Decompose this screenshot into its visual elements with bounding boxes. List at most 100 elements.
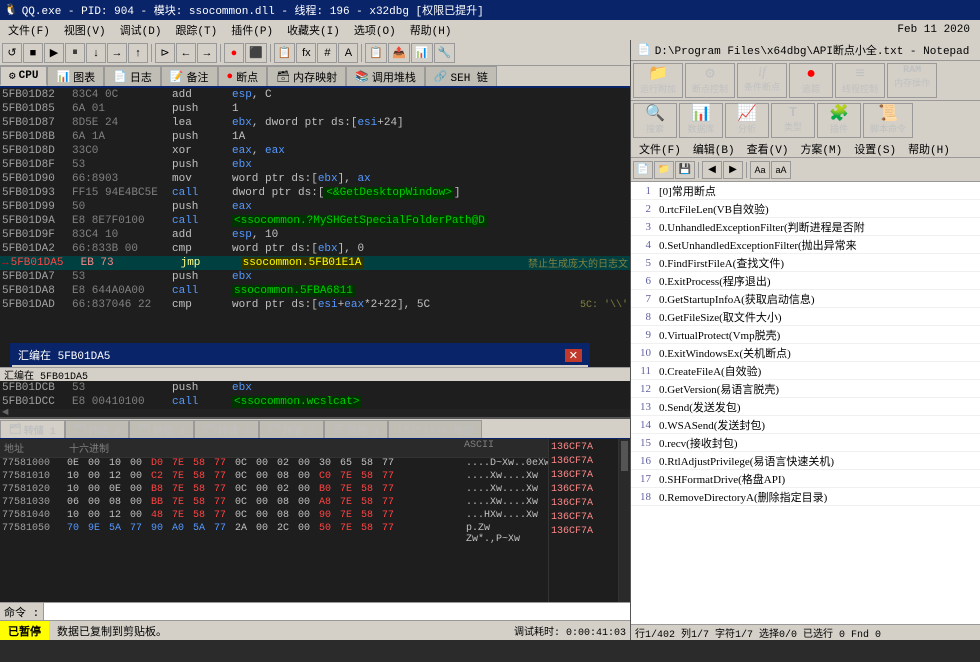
menu-options[interactable]: 选项(O) xyxy=(348,21,402,39)
toolbar-stop[interactable]: ■ xyxy=(23,43,43,63)
toolbar-step-out[interactable]: ↑ xyxy=(128,43,148,63)
notepad-menu-file[interactable]: 文件(F) xyxy=(633,141,687,157)
dump-tab-watch[interactable]: 👁 监视 1 xyxy=(324,420,389,438)
dump-tab-1[interactable]: 🗂 转储 1 xyxy=(0,420,65,438)
toolbar-hash[interactable]: # xyxy=(317,43,337,63)
notepad-content[interactable]: 1 [0]常用断点 2 0.rtcFileLen(VB自效验) 3 0.Unha… xyxy=(631,182,980,624)
notepad-tb-aa[interactable]: Aa xyxy=(750,161,770,179)
disasm-row[interactable]: 5FB01D90 66:8903 mov word ptr ds:[ebx], … xyxy=(0,172,630,186)
toolbar-step-over[interactable]: → xyxy=(107,43,127,63)
toolbar-extra1[interactable]: 📋 xyxy=(365,43,387,63)
dump-row[interactable]: 77581010 10001200 C27E5877 0C000800 C07E… xyxy=(0,471,548,484)
toolbar-pause[interactable]: ⏸ xyxy=(65,43,85,63)
rt-btn-search[interactable]: 🔍 搜索 xyxy=(633,103,677,138)
rt-btn-run-attach[interactable]: 📁 运行附加 xyxy=(633,63,683,98)
notepad-tb-case[interactable]: aA xyxy=(771,161,791,179)
notepad-menu-help[interactable]: 帮助(H) xyxy=(902,141,956,157)
disasm-row[interactable]: 5FB01DAD 66:837046 22 cmp word ptr ds:[e… xyxy=(0,298,630,312)
disasm-row[interactable]: 5FB01D8F 53 push ebx xyxy=(0,158,630,172)
toolbar-font[interactable]: A xyxy=(338,43,358,63)
toolbar-step-into[interactable]: ↓ xyxy=(86,43,106,63)
dump-tab-2[interactable]: 🗂 转储 2 xyxy=(65,420,130,438)
tab-graph[interactable]: 📊 图表 xyxy=(47,66,104,86)
rt-btn-cond-bp-label: 条件断点 xyxy=(744,80,780,93)
disasm-row[interactable]: 5FB01D87 8D5E 24 lea ebx, dword ptr ds:[… xyxy=(0,116,630,130)
rt-btn-analyze[interactable]: 📈 分析 xyxy=(725,103,769,138)
rt-btn-type[interactable]: T 类型 xyxy=(771,103,815,138)
toolbar-runtocursor[interactable]: ⊳ xyxy=(155,43,175,63)
dump-row[interactable]: 77581000 0E001000 D07E5877 0C000200 3065… xyxy=(0,458,548,471)
dialog-close-button[interactable]: ✕ xyxy=(565,349,582,362)
disasm-row[interactable]: 5FB01D99 50 push eax xyxy=(0,200,630,214)
menu-plugin[interactable]: 插件(P) xyxy=(225,21,279,39)
disasm-row[interactable]: 5FB01D9A E8 8E7F0100 call <ssocommon.?My… xyxy=(0,214,630,228)
tab-breakpoints[interactable]: ● 断点 xyxy=(218,66,268,86)
notepad-tb-save[interactable]: 💾 xyxy=(675,161,695,179)
rt-btn-bp-control[interactable]: ⚙ 断点控制 xyxy=(685,63,735,98)
toolbar-extra2[interactable]: 📤 xyxy=(388,43,410,63)
tab-notes[interactable]: 📝 备注 xyxy=(161,66,218,86)
disasm-row[interactable]: 5FB01D82 83C4 0C add esp, C xyxy=(0,88,630,102)
dump-tab-local[interactable]: [x]= [x]= 局部 xyxy=(388,420,482,438)
notepad-menu-scheme[interactable]: 方案(M) xyxy=(794,141,848,157)
disassembly-view[interactable]: 5FB01D82 83C4 0C add esp, C 5FB01D85 6A … xyxy=(0,88,630,367)
menu-debug[interactable]: 调试(D) xyxy=(114,21,168,39)
menu-file[interactable]: 文件(F) xyxy=(2,21,56,39)
dump-row[interactable]: 77581030 06000800 BB7E5877 0C000800 A87E… xyxy=(0,497,548,510)
rt-btn-script[interactable]: 📜 脚本命令 xyxy=(863,103,913,138)
menu-help[interactable]: 帮助(H) xyxy=(404,21,458,39)
toolbar-extra4[interactable]: 🔧 xyxy=(434,43,456,63)
rt-btn-plugin[interactable]: 🧩 插件 xyxy=(817,103,861,138)
notepad-tb-open[interactable]: 📁 xyxy=(654,161,674,179)
notepad-tb-new[interactable]: 📄 xyxy=(633,161,653,179)
dump-tab-4[interactable]: 🗂 转储 4 xyxy=(194,420,259,438)
menu-trace[interactable]: 跟踪(T) xyxy=(169,21,223,39)
tab-log[interactable]: 📄 日志 xyxy=(104,66,161,86)
disasm-row[interactable]: 5FB01DCB 53 push ebx xyxy=(0,381,630,395)
disasm-row[interactable]: 5FB01D85 6A 01 push 1 xyxy=(0,102,630,116)
rt-btn-db[interactable]: 📊 数据库 xyxy=(679,103,723,138)
toolbar-extra3[interactable]: 📊 xyxy=(411,43,433,63)
rt-btn-cond-bp[interactable]: if 条件断点 xyxy=(737,63,787,98)
disasm-row-jmp[interactable]: → 5FB01DA5 EB 73 jmp ssocommon.5FB01E1A … xyxy=(0,256,630,270)
rt-btn-trace[interactable]: ● 追踪 xyxy=(789,63,833,98)
dump-tab-5[interactable]: 🗂 转储 5 xyxy=(259,420,324,438)
disasm-row[interactable]: 5FB01DA7 53 push ebx xyxy=(0,270,630,284)
notepad-menu-settings[interactable]: 设置(S) xyxy=(848,141,902,157)
title-text: QQ.exe - PID: 904 - 模块: ssocommon.dll - … xyxy=(22,2,484,18)
tab-cpu[interactable]: ⚙ CPU xyxy=(0,66,47,86)
disasm-row[interactable]: 5FB01DA2 66:833B 00 cmp word ptr ds:[ebx… xyxy=(0,242,630,256)
menu-view[interactable]: 视图(V) xyxy=(58,21,112,39)
toolbar-log[interactable]: 📋 xyxy=(274,43,296,63)
tab-callstack[interactable]: 📚 调用堆栈 xyxy=(346,66,425,86)
toolbar-restart[interactable]: ↺ xyxy=(2,43,22,63)
rt-btn-memory[interactable]: RAM 内存操作 xyxy=(887,63,937,98)
disasm-row[interactable]: 5FB01DA8 E8 644A0A00 call ssocommon.5FBA… xyxy=(0,284,630,298)
tab-log-icon: 📄 xyxy=(113,70,127,84)
notepad-tb-back[interactable]: ◀ xyxy=(702,161,722,179)
dump-row[interactable]: 77581020 10000E00 B87E5877 0C000200 B07E… xyxy=(0,484,548,497)
rt-btn-thread[interactable]: ≡ 线程控制 xyxy=(835,63,885,98)
disasm-row[interactable]: 5FB01DCC E8 00410100 call <ssocommon.wcs… xyxy=(0,395,630,409)
dump-row[interactable]: 77581040 10001200 487E5877 0C000800 907E… xyxy=(0,510,548,523)
toolbar-back[interactable]: ← xyxy=(176,43,196,63)
toolbar-formula[interactable]: fx xyxy=(296,43,316,63)
notepad-menu-view[interactable]: 查看(V) xyxy=(741,141,795,157)
toolbar-hw-bp[interactable]: ⬛ xyxy=(245,43,267,63)
notepad-menu-edit[interactable]: 编辑(B) xyxy=(687,141,741,157)
disasm-row[interactable]: 5FB01D8B 6A 1A push 1A xyxy=(0,130,630,144)
tab-seh[interactable]: 🔗 SEH 链 xyxy=(425,66,497,86)
disasm-row[interactable]: 5FB01D9F 83C4 10 add esp, 10 xyxy=(0,228,630,242)
disasm-row[interactable]: 5FB01D93 FF15 94E4BC5E call dword ptr ds… xyxy=(0,186,630,200)
toolbar-forward[interactable]: → xyxy=(197,43,217,63)
disasm-row[interactable]: 5FB01D8D 33C0 xor eax, eax xyxy=(0,144,630,158)
notepad-tb-fwd[interactable]: ▶ xyxy=(723,161,743,179)
toolbar-breakpoint[interactable]: ● xyxy=(224,43,244,63)
toolbar-run[interactable]: ▶ xyxy=(44,43,64,63)
cmd-input[interactable] xyxy=(44,603,630,620)
notepad-line-18: 18 0.RemoveDirectoryA(删除指定目录) xyxy=(631,488,980,506)
dump-row[interactable]: 77581050 709E5A77 90A05A77 2A002C00 507E… xyxy=(0,523,548,536)
menu-favorites[interactable]: 收藏夹(I) xyxy=(281,21,346,39)
dump-tab-3[interactable]: 🗂 转储 3 xyxy=(129,420,194,438)
tab-memory[interactable]: 🗃 内存映射 xyxy=(267,66,346,86)
